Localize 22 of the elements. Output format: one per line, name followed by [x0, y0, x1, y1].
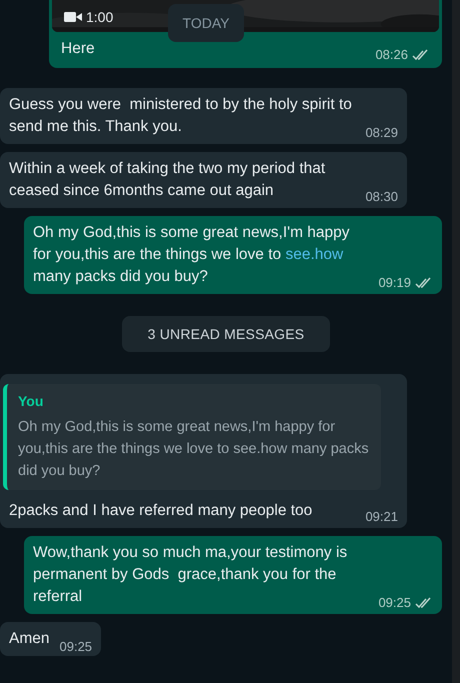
quote-author: You [18, 392, 44, 411]
unread-messages-banner: 3 UNREAD MESSAGES [122, 316, 330, 352]
message-time: 08:26 [375, 46, 408, 64]
message-text: Wow,thank you so much ma,your testimony is permanent by Gods grace,thank you for the referral [33, 543, 348, 607]
message-time: 09:25 [60, 638, 92, 656]
message-time: 08:30 [365, 188, 398, 206]
message-text: 2packs and I have referred many people too [9, 501, 314, 521]
message-text: Guess you were ministered to by the holy spirit to send me this. Thank you. [9, 95, 353, 137]
message-text: Here [61, 39, 96, 59]
message-time: 09:25 [378, 594, 411, 612]
link[interactable]: see.how [285, 246, 344, 263]
date-label: TODAY [168, 4, 244, 42]
message-time: 09:21 [365, 508, 398, 526]
message-text: Within a week of taking the two my period that ceased since 6months came out again [9, 159, 326, 201]
message-time: 09:19 [378, 274, 411, 292]
quoted-message[interactable]: You Oh my God,this is some great news,I'm happy for you,this are the things we love to see.how many packs did you buy? [3, 384, 381, 490]
video-camera-icon [64, 11, 82, 23]
message-text: Oh my God,this is some great news,I'm happy for you,this are the things we love to see.how many packs did you buy? [33, 223, 351, 287]
message-text: Amen [9, 629, 50, 649]
quote-text: Oh my God,this is some great news,I'm happy for you,this are the things we love to see.how many packs did you buy? [18, 418, 369, 481]
message-time: 08:29 [365, 124, 398, 142]
video-duration: 1:00 [86, 8, 114, 27]
